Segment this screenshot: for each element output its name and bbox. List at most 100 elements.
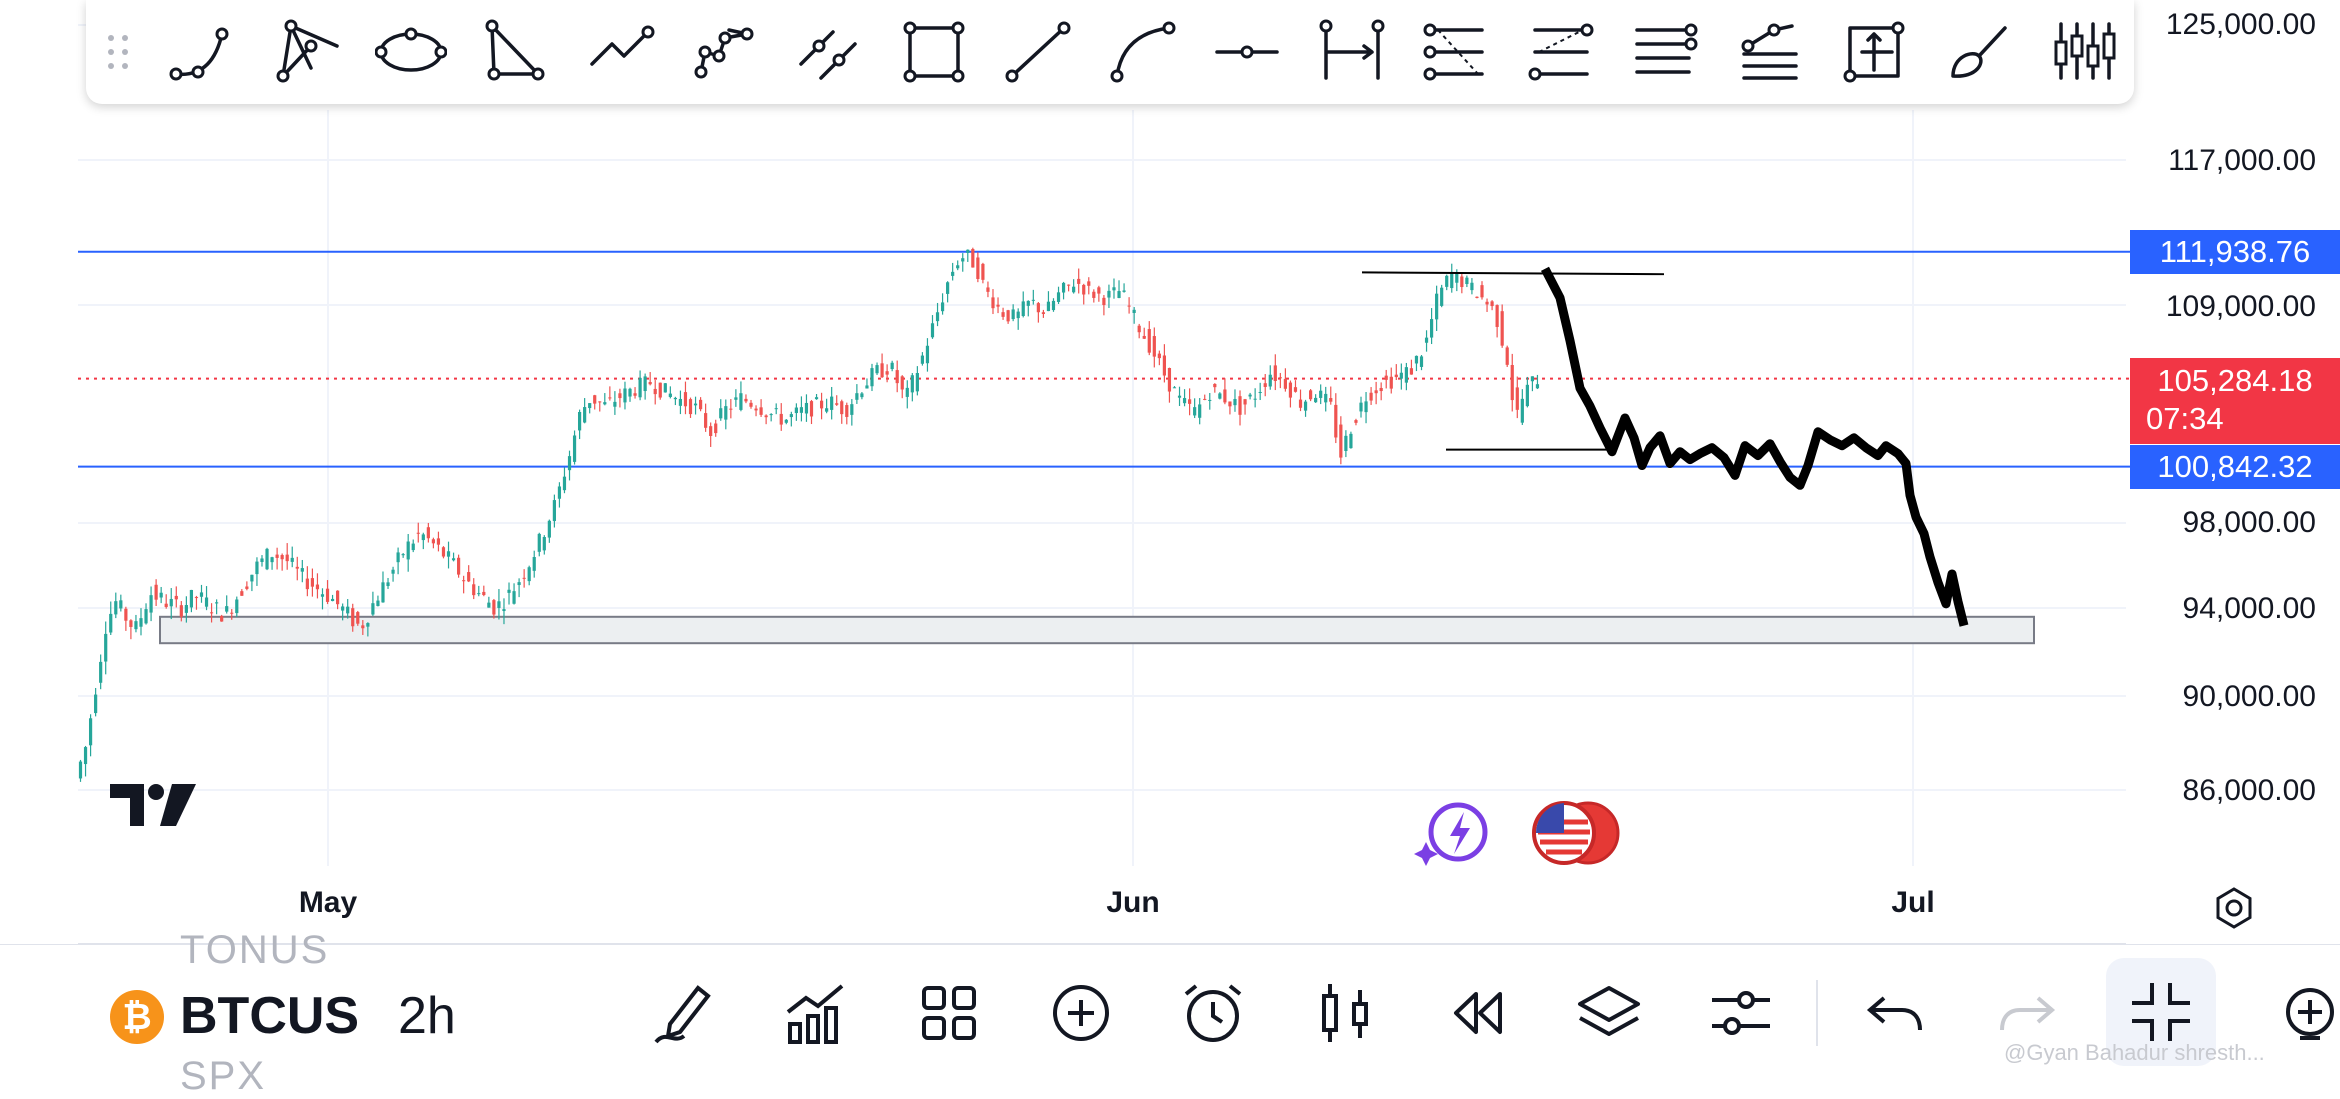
candle-body <box>315 584 320 590</box>
price-range-tool[interactable] <box>1316 16 1388 88</box>
alarm-icon[interactable] <box>1178 978 1248 1048</box>
candle <box>275 547 279 570</box>
drag-handle-icon[interactable] <box>104 32 134 72</box>
horizontal-ray-tool[interactable] <box>1211 16 1283 88</box>
candle-body <box>986 287 990 292</box>
price-line-label[interactable]: 100,842.32 <box>2130 445 2340 489</box>
gann-fan-icon <box>1423 23 1484 81</box>
candle <box>204 586 209 611</box>
candle <box>487 596 491 608</box>
candle <box>905 380 909 409</box>
symbol-button[interactable]: BTCUS <box>180 986 359 1046</box>
candle <box>1359 396 1363 418</box>
candle-body <box>759 407 763 415</box>
us-flag-events-icon[interactable] <box>1530 798 1626 868</box>
curve-tool[interactable] <box>1107 16 1179 88</box>
candle <box>1283 368 1287 392</box>
rectangle-tool[interactable] <box>898 16 970 88</box>
triangle-tool[interactable] <box>480 16 552 88</box>
polyline-tool[interactable] <box>689 16 761 88</box>
candle-body <box>139 618 143 627</box>
tradingview-logo[interactable] <box>110 780 198 830</box>
candle <box>1172 386 1177 389</box>
bar-style-icon[interactable] <box>1310 978 1380 1048</box>
candle-body <box>245 586 249 589</box>
candle <box>870 363 874 392</box>
candle-body <box>1102 297 1106 306</box>
drawn-top-line[interactable] <box>1361 271 1665 276</box>
candle-body <box>250 574 254 582</box>
candle <box>426 522 430 543</box>
candle <box>1001 307 1005 320</box>
price-tick: 86,000.00 <box>2182 774 2316 807</box>
position-tool[interactable] <box>1838 16 1910 88</box>
candle-body <box>144 609 148 624</box>
replay-icon[interactable] <box>1442 978 1512 1048</box>
candle-body <box>1354 420 1358 423</box>
parallel-channel-tool[interactable] <box>793 16 865 88</box>
candle-body <box>522 577 526 579</box>
gann-fan-tool[interactable] <box>1420 16 1492 88</box>
candle <box>1435 285 1439 331</box>
candle-body <box>1409 368 1414 375</box>
prev-symbol[interactable]: TONUS <box>180 928 329 973</box>
candles-icon <box>2054 22 2116 80</box>
fib-extension-icon <box>1741 23 1798 80</box>
candle-body <box>235 599 239 614</box>
candle <box>1253 388 1257 408</box>
candle-body <box>830 396 834 410</box>
candle <box>819 392 824 420</box>
brush-tool[interactable] <box>1943 16 2015 88</box>
arc-tool[interactable] <box>166 16 238 88</box>
horizontal-lines-tool[interactable] <box>1629 16 1701 88</box>
candle-body <box>462 580 466 582</box>
candle <box>124 606 128 631</box>
redo-icon[interactable] <box>1992 978 2062 1048</box>
ai-sparkle-icon[interactable] <box>1414 798 1494 868</box>
pitchfork-tool[interactable] <box>271 16 343 88</box>
trend-line-tool[interactable] <box>1002 16 1074 88</box>
undo-icon[interactable] <box>1860 978 1930 1048</box>
drawn-projection-path[interactable] <box>1541 266 1969 627</box>
layout-grid-icon[interactable] <box>914 978 984 1048</box>
fib-retracement-tool[interactable] <box>1525 16 1597 88</box>
candle <box>356 610 360 626</box>
candle-body <box>855 393 859 400</box>
indicators-icon[interactable] <box>782 978 852 1048</box>
path-tool[interactable] <box>584 16 656 88</box>
drawing-tools-icon[interactable] <box>650 978 720 1048</box>
candle <box>507 582 511 605</box>
candle <box>457 554 461 578</box>
candle <box>920 352 925 366</box>
candle-body <box>1011 309 1015 320</box>
candle <box>1515 376 1519 419</box>
layers-icon[interactable] <box>1574 978 1644 1048</box>
candle <box>1525 376 1529 408</box>
candle <box>532 550 536 578</box>
candle-body <box>336 590 340 605</box>
settings-sliders-icon[interactable] <box>1706 978 1776 1048</box>
horizontal-ray-icon <box>1215 45 1279 59</box>
candles-tool[interactable] <box>2047 16 2119 88</box>
next-symbol[interactable]: SPX <box>180 1054 266 1099</box>
candle <box>794 403 798 421</box>
candle <box>1177 386 1182 406</box>
support-zone-rect[interactable] <box>159 615 2035 645</box>
candle <box>764 414 768 425</box>
candle <box>749 399 753 409</box>
candle <box>557 482 562 508</box>
candle-body <box>562 476 567 491</box>
fib-extension-tool[interactable] <box>1734 16 1806 88</box>
candle <box>1460 273 1464 294</box>
add-icon[interactable] <box>1046 978 1116 1048</box>
candle <box>1248 392 1252 400</box>
ellipse-tool[interactable] <box>374 16 448 88</box>
price-line-label[interactable]: 111,938.76 <box>2130 230 2340 274</box>
candle <box>769 413 773 422</box>
chart-settings-icon[interactable] <box>2212 886 2256 930</box>
candle-body <box>1329 398 1333 402</box>
interval-button[interactable]: 2h <box>398 986 456 1046</box>
candle-body <box>330 598 335 602</box>
add-idea-icon[interactable] <box>2270 978 2340 1048</box>
current-price-label[interactable]: 105,284.18 07:34 <box>2130 358 2340 444</box>
